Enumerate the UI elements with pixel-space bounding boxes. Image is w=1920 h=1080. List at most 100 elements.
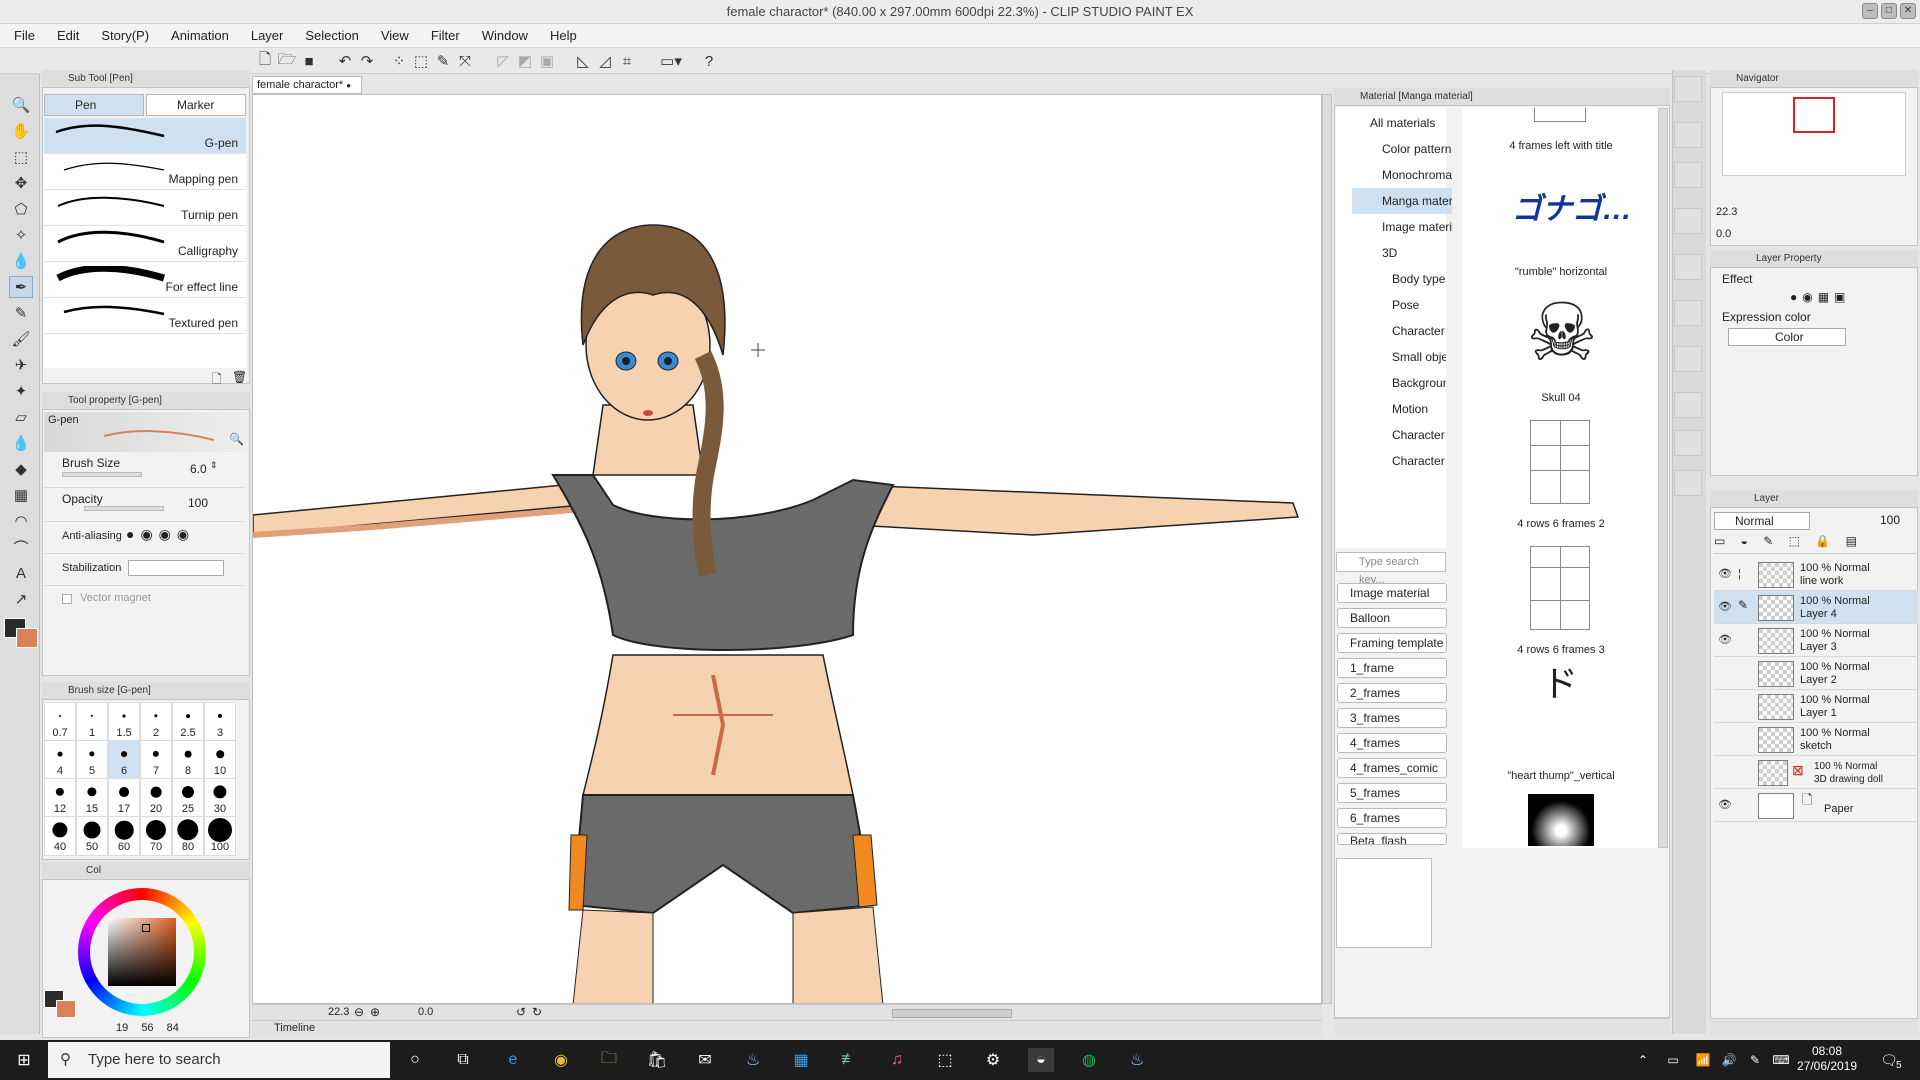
layer-row[interactable]: 100 % Normal sketch <box>1714 723 1918 756</box>
timeline-tab[interactable]: Timeline <box>274 1022 315 1034</box>
airbrush-tool-icon[interactable]: ✈ <box>9 354 33 376</box>
taskbar-search-input[interactable]: ⚲ Type here to search <box>48 1042 390 1078</box>
brush-size-cell[interactable]: 2.5 <box>172 702 204 742</box>
select-all-icon[interactable]: ⬚ <box>412 52 430 70</box>
brush-size-cell[interactable]: 80 <box>172 816 204 856</box>
brush-size-cell[interactable]: 8 <box>172 740 204 780</box>
brush-item[interactable]: Mapping pen <box>44 154 246 190</box>
tree-item-3d[interactable]: 3D <box>1352 240 1452 266</box>
side-panel-button[interactable] <box>1674 76 1702 102</box>
clip-studio-icon[interactable]: ◒ <box>1028 1048 1054 1072</box>
color-sub-swatch[interactable] <box>56 1000 76 1018</box>
battery-icon[interactable]: ▭ <box>1660 1048 1686 1072</box>
navigator-zoom-value[interactable]: 22.3 <box>1716 206 1737 218</box>
frame-template-thumb[interactable] <box>1530 546 1590 630</box>
brush-size-cell[interactable]: 7 <box>140 740 172 780</box>
eye-icon[interactable]: 👁 <box>1718 601 1732 613</box>
brush-size-cell[interactable]: 25 <box>172 778 204 818</box>
brush-size-cell[interactable]: 0.7 <box>44 702 76 742</box>
app-icon[interactable]: ▦ <box>788 1048 814 1072</box>
document-tab[interactable]: female charactor* ● <box>252 76 362 94</box>
tag-3-frames[interactable]: 3_frames <box>1337 708 1447 728</box>
navigator-angle-value[interactable]: 0.0 <box>1716 228 1731 240</box>
help-icon[interactable]: ? <box>700 52 718 70</box>
eraser-tool-icon[interactable]: ▱ <box>9 406 33 428</box>
tree-item-color-pattern[interactable]: Color pattern <box>1352 136 1452 162</box>
rumble-material[interactable]: ゴナゴ… <box>1512 184 1632 228</box>
brush-item[interactable]: G-pen <box>44 118 246 154</box>
zoom-tool-icon[interactable]: 🔍 <box>9 94 33 116</box>
menu-edit[interactable]: Edit <box>57 28 79 43</box>
tree-item-character[interactable]: Character <box>1362 318 1446 344</box>
brush-size-cell[interactable]: 15 <box>76 778 108 818</box>
pen-tool-icon[interactable]: ✒ <box>9 276 33 298</box>
brush-size-cell[interactable]: 12 <box>44 778 76 818</box>
eye-icon[interactable]: 👁 <box>1718 799 1732 811</box>
tree-item-body-type[interactable]: Body type <box>1362 266 1446 292</box>
pen-workspace-icon[interactable]: ✎ <box>1742 1048 1768 1072</box>
zoom-in-icon[interactable]: ⊕ <box>370 1005 380 1019</box>
correct-line-tool-icon[interactable]: ↗ <box>9 588 33 610</box>
volume-icon[interactable]: 🔊 <box>1716 1048 1742 1072</box>
menu-help[interactable]: Help <box>550 28 577 43</box>
layer-row[interactable]: 👁 100 % Normal Layer 3 <box>1714 624 1918 657</box>
snap-grid-icon[interactable]: ⌗ <box>618 52 636 70</box>
brush-item[interactable]: Calligraphy <box>44 226 246 262</box>
side-panel-button[interactable] <box>1674 122 1702 148</box>
color-tab[interactable]: Col <box>42 862 250 880</box>
brush-size-cell[interactable]: 1.5 <box>108 702 140 742</box>
decoration-tool-icon[interactable]: ✦ <box>9 380 33 402</box>
side-panel-button[interactable] <box>1674 162 1702 188</box>
eye-icon[interactable]: 👁 <box>1718 634 1732 646</box>
canvas-zoom-value[interactable]: 22.3 <box>328 1006 349 1018</box>
brush-size-cell[interactable]: 6 <box>108 740 140 780</box>
brush-item[interactable]: Turnip pen <box>44 190 246 226</box>
opacity-value[interactable]: 100 <box>188 496 208 510</box>
rotate-left-icon[interactable]: ↺ <box>516 1005 526 1019</box>
tab-marker[interactable]: Marker <box>146 94 246 116</box>
mail-icon[interactable]: ✉ <box>692 1048 718 1072</box>
redo-icon[interactable]: ↷ <box>358 52 376 70</box>
spotify-icon[interactable]: ◍ <box>1076 1048 1102 1072</box>
side-panel-button[interactable] <box>1674 430 1702 456</box>
tag-balloon[interactable]: Balloon <box>1337 608 1447 628</box>
keyboard-icon[interactable]: ⌨ <box>1768 1048 1794 1072</box>
brush-size-cell[interactable]: 60 <box>108 816 140 856</box>
vector-magnet-checkbox[interactable] <box>62 594 72 604</box>
delete-subtool-icon[interactable]: 🗑 <box>232 370 247 384</box>
rotate-right-icon[interactable]: ↻ <box>532 1005 542 1019</box>
navigator-preview[interactable] <box>1722 92 1906 176</box>
chrome-icon[interactable]: ◉ <box>548 1048 574 1072</box>
tag-image-material[interactable]: Image material <box>1337 583 1447 603</box>
side-panel-button[interactable] <box>1674 346 1702 372</box>
auto-select-tool-icon[interactable]: ✧ <box>9 224 33 246</box>
text-tool-icon[interactable]: A <box>9 562 33 584</box>
layer-row[interactable]: 👁 ✎ 100 % Normal Layer 4 <box>1714 591 1918 624</box>
maximize-button[interactable]: □ <box>1881 3 1897 19</box>
close-button[interactable]: ✕ <box>1900 3 1916 19</box>
skull-icon[interactable]: ☠ <box>1512 288 1612 378</box>
layer-row[interactable]: ⊠ 100 % Normal 3D drawing doll <box>1714 756 1918 789</box>
zoom-preview-icon[interactable]: 🔍 <box>229 432 244 446</box>
menu-animation[interactable]: Animation <box>171 28 229 43</box>
brush-size-cell[interactable]: 2 <box>140 702 172 742</box>
cortana-icon[interactable]: ○ <box>402 1048 428 1072</box>
canvas-vertical-scrollbar[interactable] <box>1322 94 1332 1004</box>
brush-size-cell[interactable]: 4 <box>44 740 76 780</box>
brush-size-slider[interactable] <box>62 472 142 477</box>
pencil-tool-icon[interactable]: ✎ <box>9 302 33 324</box>
tag-framing-template[interactable]: Framing template <box>1337 633 1447 653</box>
tag-beta-flash[interactable]: Beta_flash <box>1337 833 1447 845</box>
app-icon[interactable]: ⬚ <box>932 1048 958 1072</box>
blend-tool-icon[interactable]: 💧 <box>9 432 33 454</box>
navigator-view-frame[interactable] <box>1793 97 1835 133</box>
tag-5-frames[interactable]: 5_frames <box>1337 783 1447 803</box>
frame-tool-icon[interactable]: ⌒ <box>9 536 33 558</box>
heart-thump-material[interactable]: ド <box>1540 666 1580 702</box>
fill-icon[interactable]: ◩ <box>516 52 534 70</box>
brush-size-cell[interactable]: 70 <box>140 816 172 856</box>
app-icon[interactable]: ≢ <box>836 1048 862 1072</box>
brush-size-cell[interactable]: 40 <box>44 816 76 856</box>
tag-1-frame[interactable]: 1_frame <box>1337 658 1447 678</box>
effect-icons[interactable]: ●◉▦▣ <box>1790 290 1850 304</box>
